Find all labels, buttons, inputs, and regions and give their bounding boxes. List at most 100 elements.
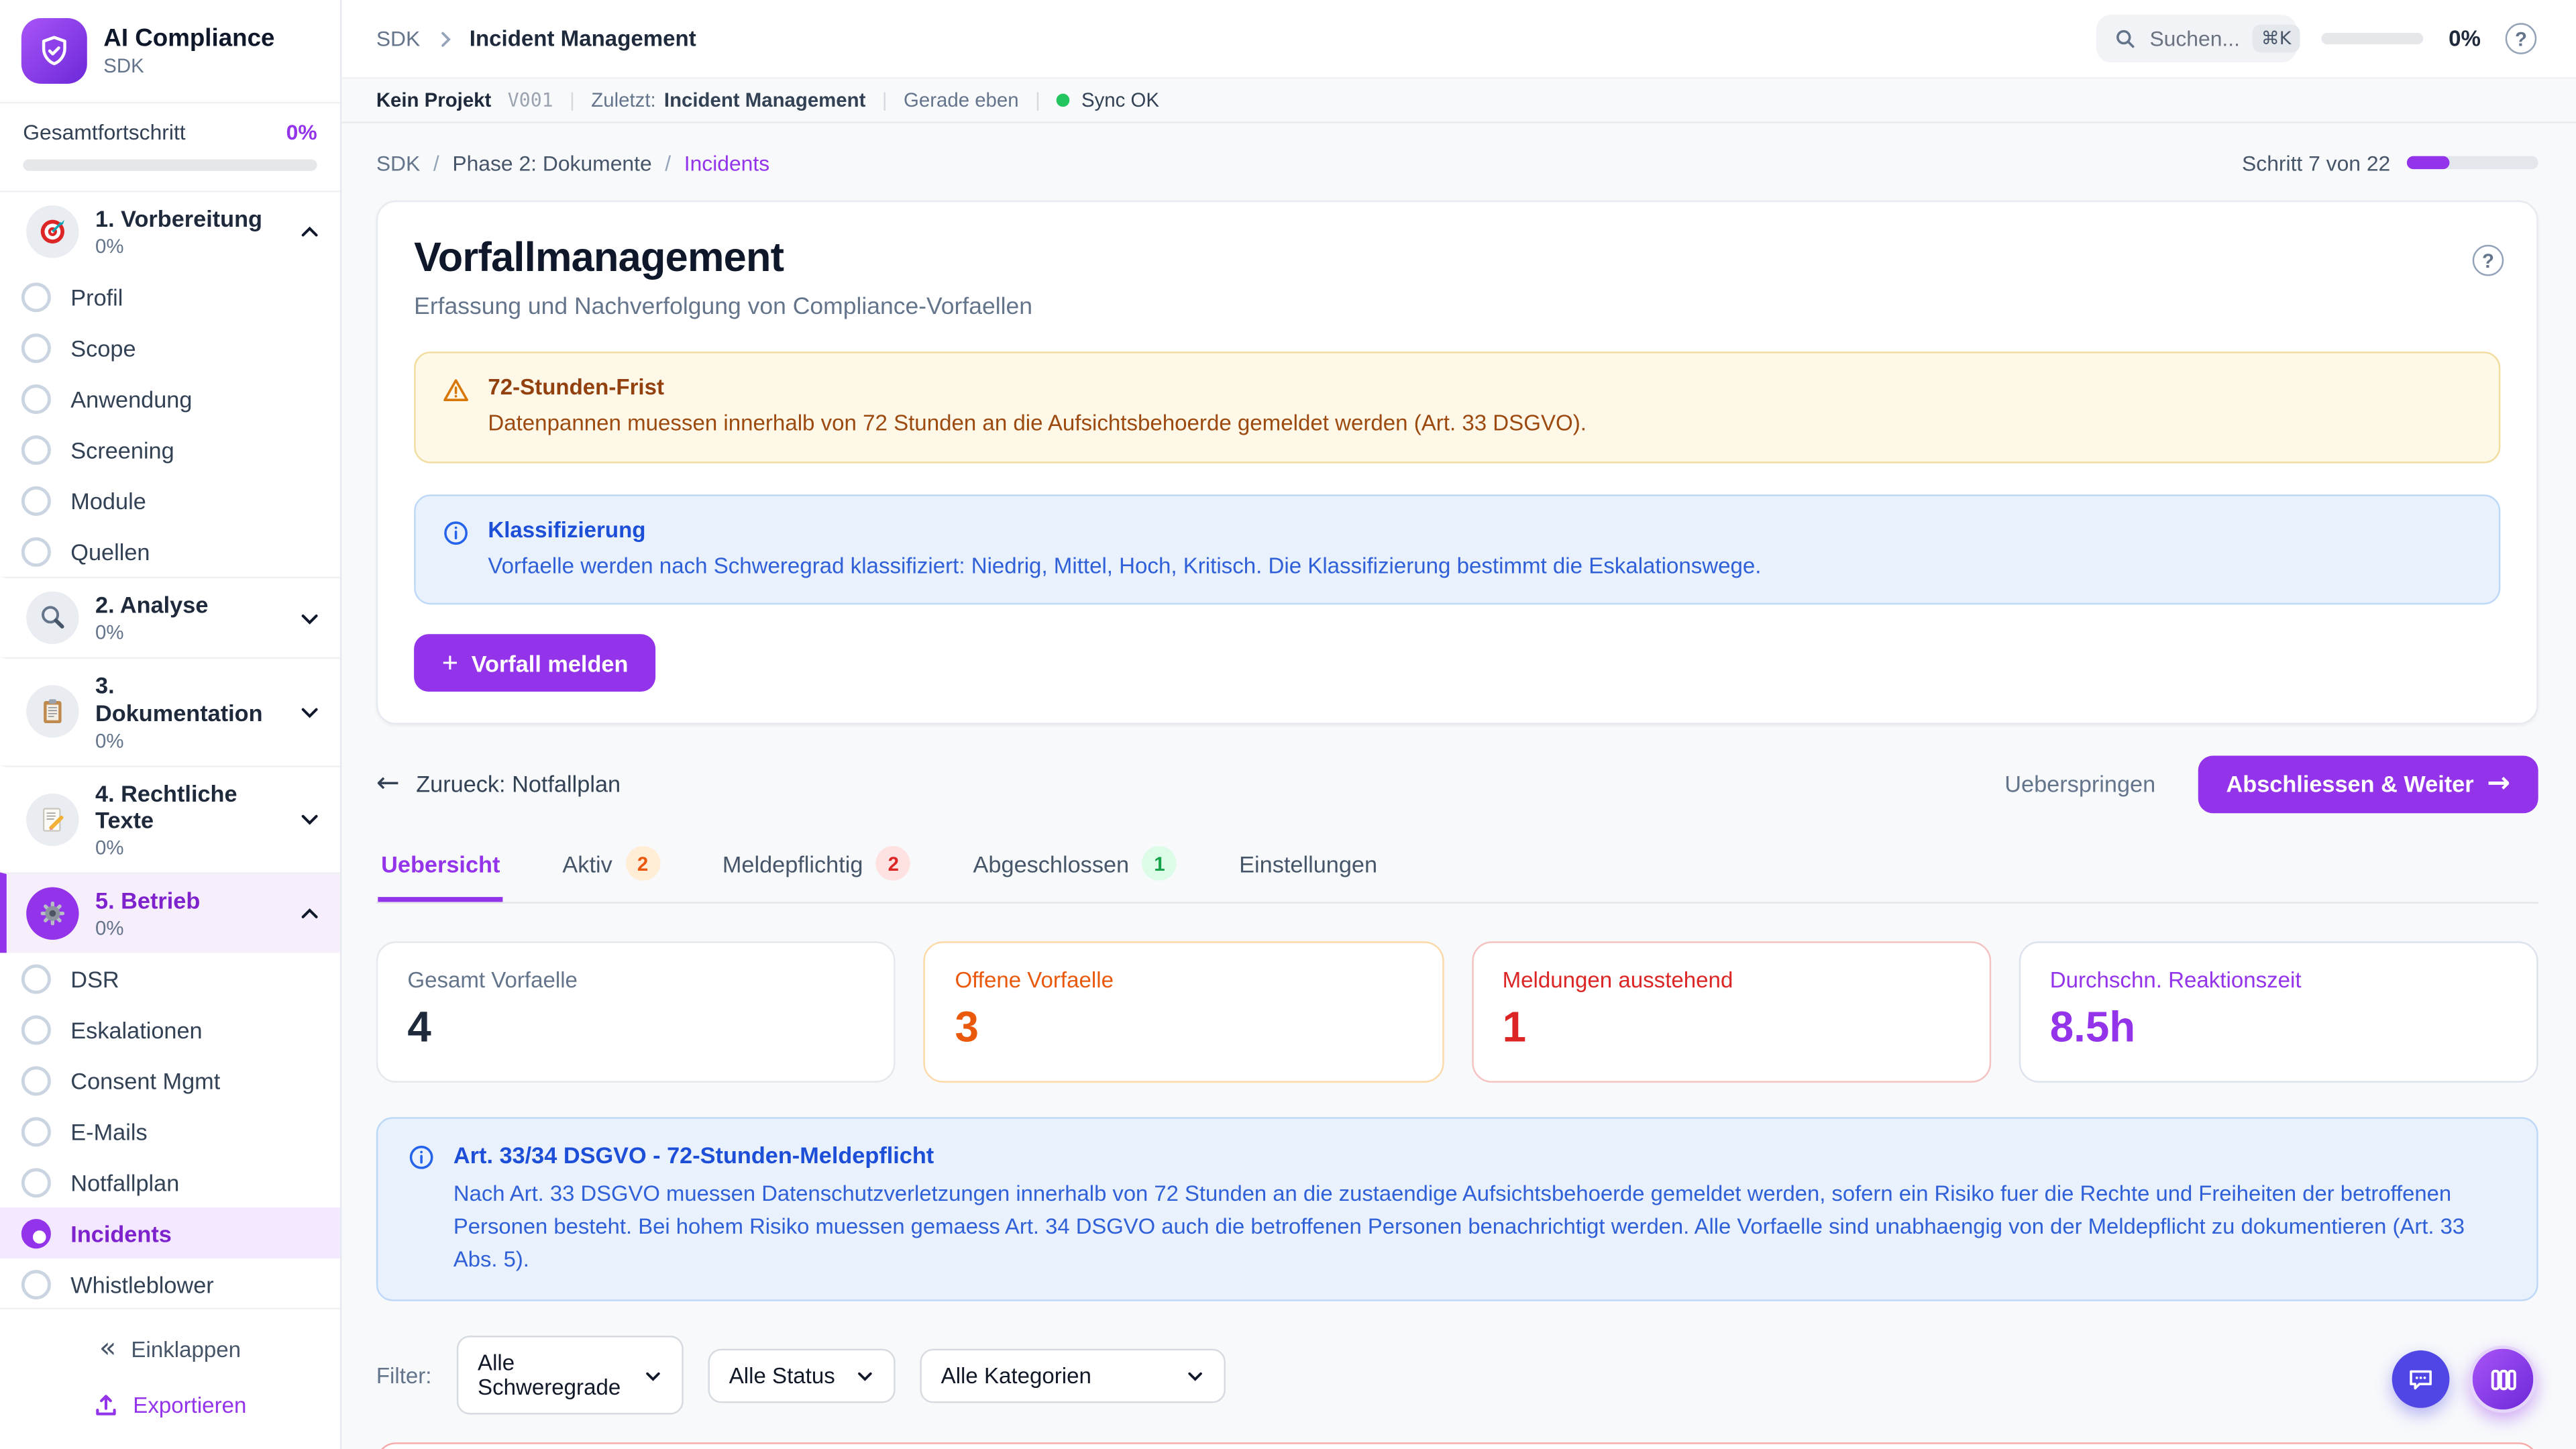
- help-icon[interactable]: ?: [2506, 23, 2537, 54]
- sidebar-item-screening[interactable]: Screening: [0, 424, 340, 475]
- page-title: Vorfallmanagement: [414, 235, 2500, 282]
- stat-label: Offene Vorfaelle: [955, 968, 1411, 993]
- shield-check-icon: [36, 33, 72, 69]
- sidebar-section-vorbereitung[interactable]: 1. Vorbereitung 0%: [0, 193, 340, 272]
- sidebar-item-module[interactable]: Module: [0, 475, 340, 526]
- sidebar-item-profil[interactable]: Profil: [0, 271, 340, 322]
- tab-count-badge: 2: [876, 847, 910, 881]
- item-label: Whistleblower: [70, 1271, 213, 1297]
- status-filter-value: Alle Status: [729, 1364, 835, 1389]
- item-radio-icon: [21, 1066, 51, 1095]
- sidebar-section-betrieb[interactable]: 5. Betrieb 0%: [0, 873, 340, 953]
- help-icon[interactable]: ?: [2473, 245, 2504, 276]
- sidebar-item-incidents[interactable]: Incidents: [0, 1208, 340, 1258]
- category-filter-select[interactable]: Alle Kategorien: [920, 1348, 1226, 1403]
- overall-progress-bar: [23, 160, 317, 171]
- step-progress-fill: [2407, 156, 2449, 170]
- section-title: 2. Analyse: [95, 592, 282, 619]
- collapse-label: Einklappen: [131, 1337, 241, 1362]
- severity-filter-value: Alle Schweregrade: [478, 1351, 627, 1400]
- crumb-phase[interactable]: Phase 2: Dokumente: [452, 150, 651, 175]
- sidebar-item-emails[interactable]: E-Mails: [0, 1106, 340, 1157]
- divider: |: [1035, 89, 1040, 111]
- columns-button[interactable]: [2469, 1346, 2536, 1413]
- item-radio-icon: [21, 964, 51, 994]
- report-incident-label: Vorfall melden: [472, 650, 629, 676]
- complete-continue-button[interactable]: Abschliessen & Weiter →: [2198, 755, 2538, 813]
- chat-button[interactable]: [2392, 1350, 2450, 1408]
- wizard-nav-row: ← Zurueck: Notfallplan Ueberspringen Abs…: [376, 753, 2538, 815]
- export-button[interactable]: Exportieren: [16, 1382, 323, 1430]
- stat-value: 1: [1503, 1002, 1960, 1053]
- collapse-icon: «: [99, 1336, 116, 1364]
- complete-continue-label: Abschliessen & Weiter: [2226, 771, 2474, 797]
- section-percent: 0%: [95, 917, 282, 940]
- section-items-vorbereitung: Profil Scope Anwendung Screening Module …: [0, 271, 340, 577]
- chevron-up-icon: [299, 903, 321, 924]
- severity-filter-select[interactable]: Alle Schweregrade: [456, 1336, 683, 1415]
- crumb-sdk[interactable]: SDK: [376, 150, 420, 175]
- version-badge: V001: [508, 89, 553, 111]
- magnifier-icon: [26, 592, 78, 644]
- stat-label: Meldungen ausstehend: [1503, 968, 1960, 993]
- skip-button[interactable]: Ueberspringen: [2004, 771, 2155, 797]
- chevron-down-icon: [299, 809, 321, 830]
- sidebar-item-anwendung[interactable]: Anwendung: [0, 373, 340, 424]
- columns-icon: [2488, 1364, 2518, 1394]
- overall-progress: Gesamtfortschritt 0%: [0, 103, 340, 192]
- stat-label: Durchschn. Reaktionszeit: [2050, 968, 2507, 993]
- clipboard-icon: [26, 686, 78, 738]
- item-radio-icon: [21, 1167, 51, 1197]
- sidebar-item-eskalationen[interactable]: Eskalationen: [0, 1004, 340, 1055]
- dsgvo-title: Art. 33/34 DSGVO - 72-Stunden-Meldepflic…: [453, 1142, 2507, 1168]
- sidebar-nav: 1. Vorbereitung 0% Profil Scope Anwendun…: [0, 193, 340, 1308]
- sidebar-section-rechtliche-texte[interactable]: 4. Rechtliche Texte 0%: [0, 765, 340, 873]
- sidebar-item-dsr[interactable]: DSR: [0, 953, 340, 1004]
- step-progress-bar: [2407, 156, 2538, 170]
- stat-meldungen-ausstehend: Meldungen ausstehend 1: [1471, 942, 1990, 1083]
- chevron-down-icon: [299, 607, 321, 629]
- dsgvo-info-panel: Art. 33/34 DSGVO - 72-Stunden-Meldepflic…: [376, 1118, 2538, 1302]
- tab-label: Aktiv: [562, 851, 612, 877]
- tab-aktiv[interactable]: Aktiv2: [559, 840, 663, 902]
- report-incident-button[interactable]: + Vorfall melden: [414, 635, 656, 692]
- item-label: Scope: [70, 334, 136, 360]
- section-percent: 0%: [95, 837, 282, 859]
- chevron-down-icon: [855, 1366, 873, 1385]
- app-root: AI Compliance SDK Gesamtfortschritt 0% 1…: [0, 0, 2576, 1449]
- export-label: Exportieren: [133, 1393, 246, 1418]
- tab-einstellungen[interactable]: Einstellungen: [1236, 840, 1381, 902]
- deadline-warning-box: 72-Stunden-Frist Datenpannen muessen inn…: [414, 352, 2500, 462]
- section-title: 3. Dokumentation: [95, 672, 282, 727]
- sidebar-item-consent-mgmt[interactable]: Consent Mgmt: [0, 1055, 340, 1106]
- back-link[interactable]: ← Zurueck: Notfallplan: [376, 770, 621, 798]
- sidebar-item-whistleblower[interactable]: Whistleblower: [0, 1258, 340, 1307]
- breadcrumb-root[interactable]: SDK: [376, 26, 420, 51]
- incident-card[interactable]: INC-2026-000003 Kritisch Ransomware Geme…: [376, 1443, 2538, 1449]
- sidebar-footer: « Einklappen Exportieren: [0, 1307, 340, 1449]
- sidebar-section-analyse[interactable]: 2. Analyse 0%: [0, 577, 340, 657]
- section-items-betrieb: DSR Eskalationen Consent Mgmt E-Mails No…: [0, 953, 340, 1308]
- category-filter-value: Alle Kategorien: [941, 1364, 1091, 1389]
- topbar: SDK Incident Management Suchen... ⌘K 0% …: [341, 0, 2576, 79]
- tab-uebersicht[interactable]: Uebersicht: [378, 840, 503, 902]
- tab-meldepflichtig[interactable]: Meldepflichtig2: [719, 840, 914, 902]
- topbar-progress-bar: [2322, 33, 2424, 44]
- chevron-down-icon: [1186, 1366, 1204, 1385]
- sync-status-dot: [1057, 94, 1070, 107]
- sidebar-item-scope[interactable]: Scope: [0, 322, 340, 373]
- chevron-down-icon: [299, 701, 321, 722]
- page-breadcrumb-row: SDK / Phase 2: Dokumente / Incidents Sch…: [376, 140, 2538, 186]
- sync-status: Sync OK: [1081, 89, 1159, 111]
- sidebar-section-dokumentation[interactable]: 3. Dokumentation 0%: [0, 657, 340, 765]
- section-percent: 0%: [95, 621, 282, 643]
- status-filter-select[interactable]: Alle Status: [708, 1348, 895, 1403]
- stat-value: 3: [955, 1002, 1411, 1053]
- sidebar-item-quellen[interactable]: Quellen: [0, 526, 340, 577]
- app-title: AI Compliance: [103, 24, 274, 52]
- collapse-sidebar-button[interactable]: « Einklappen: [16, 1324, 323, 1375]
- search-input[interactable]: Suchen... ⌘K: [2097, 15, 2298, 62]
- tab-abgeschlossen[interactable]: Abgeschlossen1: [970, 840, 1180, 902]
- sidebar-item-notfallplan[interactable]: Notfallplan: [0, 1157, 340, 1208]
- search-shortcut-badge: ⌘K: [2253, 25, 2300, 53]
